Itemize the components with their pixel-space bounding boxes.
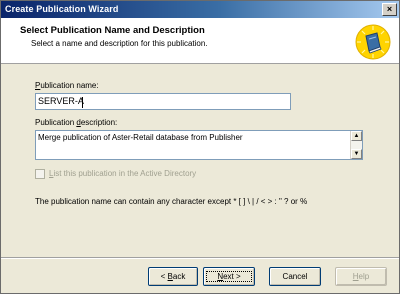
window-title: Create Publication Wizard	[5, 4, 119, 14]
publication-description-input[interactable]: Merge publication of Aster-Retail databa…	[35, 130, 363, 160]
scroll-up-button[interactable]: ▲	[351, 131, 362, 141]
close-icon: ×	[386, 4, 393, 14]
back-button-label: < Back	[160, 272, 186, 281]
wizard-window: Create Publication Wizard × Select Publi…	[0, 0, 400, 294]
help-button[interactable]: Help	[335, 267, 387, 286]
publication-name-label: Publication name:	[35, 81, 99, 90]
wizard-book-icon	[355, 24, 391, 60]
back-button[interactable]: < Back	[148, 267, 198, 286]
name-rules-note: The publication name can contain any cha…	[35, 197, 308, 206]
cancel-button[interactable]: Cancel	[269, 267, 321, 286]
active-directory-checkbox[interactable]	[35, 169, 45, 179]
chevron-down-icon: ▼	[353, 151, 360, 157]
cancel-button-label: Cancel	[282, 272, 308, 281]
publication-name-value: SERVER-A	[38, 96, 84, 106]
publication-description-label: Publication description:	[35, 118, 118, 127]
active-directory-checkbox-label: List this publication in the Active Dire…	[49, 169, 197, 178]
publication-description-value: Merge publication of Aster-Retail databa…	[38, 133, 243, 142]
title-bar[interactable]: Create Publication Wizard ×	[1, 1, 399, 18]
text-caret	[82, 97, 83, 108]
description-scrollbar[interactable]: ▲ ▼	[350, 131, 362, 159]
footer-divider	[1, 257, 399, 259]
page-title: Select Publication Name and Description	[20, 25, 205, 36]
publication-name-input[interactable]: SERVER-A	[35, 93, 291, 110]
wizard-header: Select Publication Name and Description …	[1, 18, 399, 64]
page-subtitle: Select a name and description for this p…	[31, 39, 208, 48]
next-button-label: Next >	[206, 271, 252, 282]
close-button[interactable]: ×	[382, 3, 397, 16]
next-button[interactable]: Next >	[203, 267, 255, 286]
help-button-label: Help	[352, 272, 370, 281]
scroll-down-button[interactable]: ▼	[351, 149, 362, 159]
chevron-up-icon: ▲	[353, 133, 360, 139]
